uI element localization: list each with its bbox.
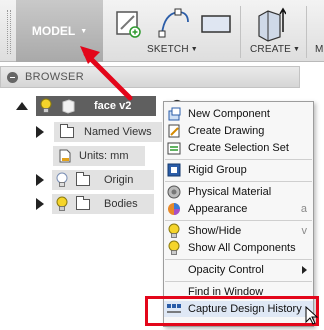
toolbar-divider [306,6,307,58]
modify-label: M [315,44,324,55]
folder-icon [60,123,74,138]
menu-item-label: Create Drawing [188,125,265,137]
rigid-group-icon [167,163,181,177]
document-settings-icon [59,149,71,163]
menu-item-label: Physical Material [188,186,272,198]
workspace-switcher-button[interactable]: MODEL ▼ [16,0,103,62]
chevron-down-icon: ▼ [80,27,88,35]
appearance-icon [168,203,180,215]
menu-item-physical-material[interactable]: Physical Material [164,184,313,200]
tree-item-label: Origin [104,174,134,186]
sketch-menu[interactable]: SKETCH ▼ [147,44,198,55]
menu-item-label: Show All Components [188,242,296,254]
sketch-label: SKETCH [147,44,189,55]
tree-item-bodies[interactable]: Bodies [36,194,154,214]
units-node[interactable]: Units: mm [53,146,145,166]
folder-icon [76,195,90,210]
menu-item-label: Appearance [188,203,248,215]
tree-item-label: Units: mm [79,150,129,162]
expand-triangle-icon[interactable] [16,102,28,110]
menu-item-label: Create Selection Set [188,142,289,154]
folder-icon [76,171,90,186]
expand-triangle-icon[interactable] [36,198,44,210]
menu-item-label: Rigid Group [188,164,247,176]
chevron-down-icon: ▼ [293,46,301,53]
named-views-node[interactable]: Named Views [54,122,162,142]
tree-item-label: Named Views [84,126,152,138]
shortcut-hint: v [301,225,308,237]
shortcut-hint: a [300,203,307,215]
physical-material-icon [167,185,181,199]
menu-separator [165,281,312,282]
mouse-cursor-icon [305,306,319,325]
bodies-node[interactable]: Bodies [52,194,154,214]
create-drawing-icon [168,124,180,138]
lightbulb-off-icon[interactable] [56,172,68,188]
highlight-box [145,296,319,326]
toolbar-divider [240,6,241,58]
menu-separator [165,220,312,221]
component-icon [62,99,75,114]
create-label: CREATE [250,44,292,55]
lightbulb-icon [168,223,180,238]
root-label: face v2 [94,100,132,112]
toolbar-grip [7,10,11,54]
tree-item-named-views[interactable]: Named Views [36,122,162,142]
arc-icon[interactable] [158,6,192,40]
expand-triangle-icon[interactable] [36,174,44,186]
root-component[interactable]: face v2 [36,96,156,116]
selection-set-icon [167,142,181,155]
tree-root-row[interactable]: face v2 [16,96,184,116]
menu-item-label: New Component [188,108,270,120]
extrude-icon[interactable] [256,6,286,42]
workspace-label: MODEL [31,24,76,38]
lightbulb-icon[interactable] [56,196,68,212]
menu-item-label: Show/Hide [188,225,242,237]
menu-item-show-hide[interactable]: Show/Hide v [164,223,313,239]
collapse-icon[interactable] [7,71,18,83]
lightbulb-icon [168,240,180,255]
submenu-arrow-icon [302,266,307,274]
create-sketch-icon[interactable] [114,6,144,40]
origin-node[interactable]: Origin [52,170,154,190]
menu-item-show-all-components[interactable]: Show All Components [164,240,313,256]
tree-item-origin[interactable]: Origin [36,170,154,190]
modify-menu[interactable]: M [315,44,324,55]
menu-item-opacity-control[interactable]: Opacity Control [164,262,313,278]
menu-item-create-drawing[interactable]: Create Drawing [164,123,313,139]
menu-separator [165,181,312,182]
tree-item-units[interactable]: Units: mm [53,146,145,166]
browser-header[interactable]: BROWSER [0,66,300,88]
expand-triangle-icon[interactable] [36,126,44,138]
rectangle-icon[interactable] [200,6,232,40]
tree-item-label: Bodies [104,198,138,210]
menu-separator [165,159,312,160]
browser-title: BROWSER [25,71,84,83]
menu-item-appearance[interactable]: Appearance a [164,201,313,217]
menu-item-create-selection-set[interactable]: Create Selection Set [164,140,313,156]
menu-item-label: Opacity Control [188,264,264,276]
toolbar: MODEL ▼ SKETCH ▼ CREATE ▼ M [0,0,324,62]
context-menu: New Component Create Drawing Create Sele… [163,101,314,327]
chevron-down-icon: ▼ [190,46,198,53]
create-menu[interactable]: CREATE ▼ [250,44,300,55]
menu-separator [165,259,312,260]
lightbulb-icon[interactable] [40,98,52,114]
new-component-icon [168,107,181,121]
menu-item-new-component[interactable]: New Component [164,106,313,122]
menu-item-rigid-group[interactable]: Rigid Group [164,162,313,178]
